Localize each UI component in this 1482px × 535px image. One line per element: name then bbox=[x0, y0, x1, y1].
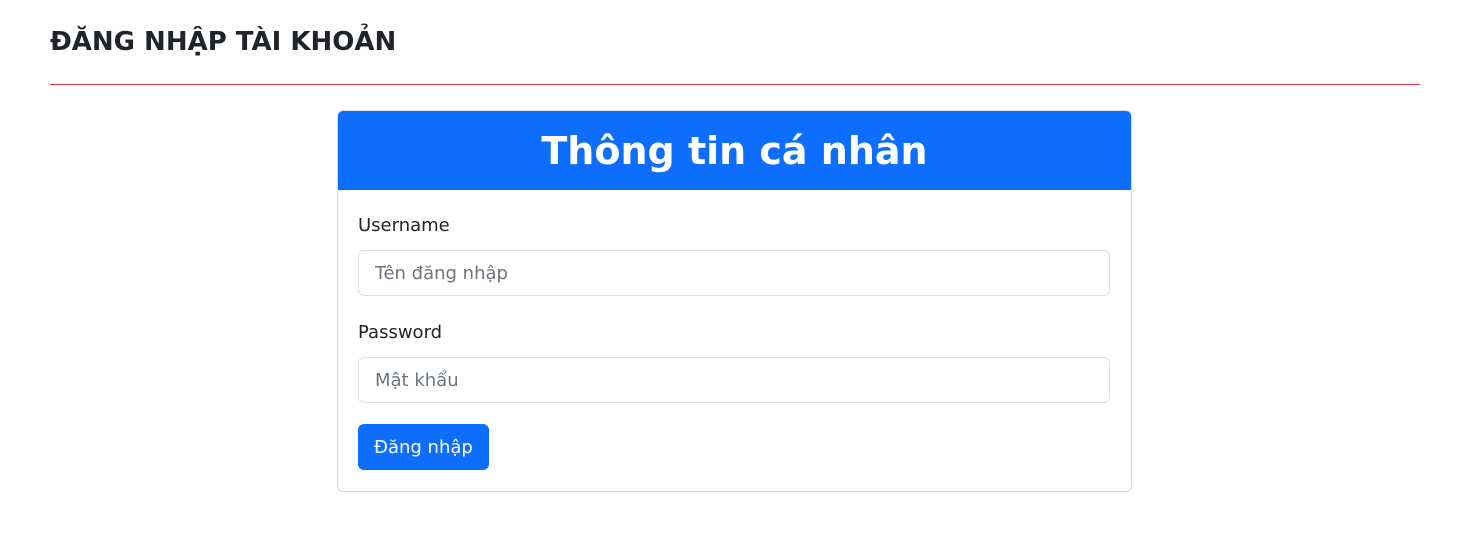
card-header: Thông tin cá nhân bbox=[338, 111, 1131, 190]
title-divider bbox=[50, 84, 1420, 85]
page-title: ĐĂNG NHẬP TÀI KHOẢN bbox=[50, 27, 397, 57]
login-card: Thông tin cá nhân Username Password Đăng… bbox=[337, 110, 1132, 492]
username-label: Username bbox=[358, 215, 450, 236]
username-input[interactable] bbox=[358, 250, 1110, 296]
card-header-title: Thông tin cá nhân bbox=[541, 128, 928, 173]
login-page: ĐĂNG NHẬP TÀI KHOẢN Thông tin cá nhân Us… bbox=[0, 0, 1482, 535]
password-label: Password bbox=[358, 322, 443, 343]
login-button[interactable]: Đăng nhập bbox=[358, 424, 489, 470]
password-input[interactable] bbox=[358, 357, 1110, 403]
login-form: Username Password Đăng nhập bbox=[338, 190, 1131, 490]
